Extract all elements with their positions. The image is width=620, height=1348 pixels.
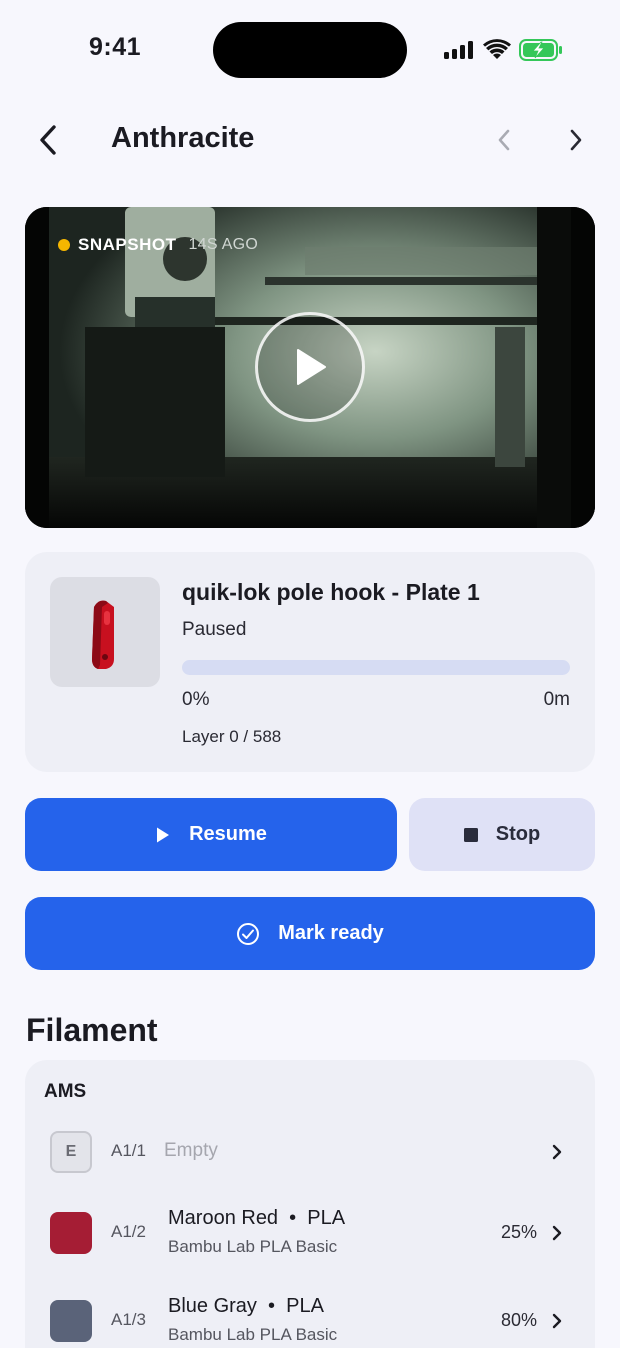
status-icons: [444, 36, 563, 64]
progress-bar: [182, 660, 570, 675]
filament-slot-row[interactable]: A1/3 Blue Gray • PLA Bambu Lab PLA Basic…: [25, 1287, 595, 1348]
mark-ready-button[interactable]: Mark ready: [25, 897, 595, 970]
check-circle-icon: [237, 922, 260, 945]
filament-color-swatch: [50, 1212, 92, 1254]
filament-remaining: 80%: [500, 1310, 537, 1330]
resume-label: Resume: [189, 823, 267, 845]
filament-name: Maroon Red: [168, 1207, 279, 1229]
camera-snapshot[interactable]: SNAPSHOT 14S AGO: [25, 207, 595, 528]
filament-name-line: Blue Gray • PLA: [168, 1295, 324, 1318]
battery-charging-icon: [519, 39, 562, 61]
chevron-right-icon: [552, 1225, 562, 1241]
chevron-left-icon: [498, 129, 510, 151]
chevron-left-icon: [40, 125, 56, 155]
filament-section-title: Filament: [26, 1012, 158, 1048]
snapshot-label: SNAPSHOT: [78, 235, 177, 254]
filament-brand: Bambu Lab PLA Basic: [168, 1325, 338, 1344]
filament-name-line: Maroon Red • PLA: [168, 1207, 345, 1230]
status-time: 9:41: [88, 33, 142, 61]
snapshot-tag: SNAPSHOT 14S AGO: [58, 235, 258, 255]
page-title: Anthracite: [111, 122, 255, 154]
job-state: Paused: [182, 619, 247, 640]
chevron-right-icon: [552, 1144, 562, 1160]
slot-id: A1/2: [111, 1222, 146, 1241]
snapshot-status-dot: [58, 239, 70, 251]
next-printer-button[interactable]: [556, 120, 596, 160]
stop-button[interactable]: Stop: [409, 798, 595, 871]
filament-material: PLA: [307, 1207, 346, 1229]
play-icon: [297, 349, 326, 385]
stop-label: Stop: [495, 823, 541, 845]
back-button[interactable]: [28, 120, 68, 160]
printer-detail-screen: 9:41 Anthracite SNAPSHOT 14S AGO quik-lo…: [0, 0, 620, 1348]
filament-brand: Bambu Lab PLA Basic: [168, 1237, 338, 1256]
mark-ready-label: Mark ready: [278, 922, 384, 944]
filament-slot-row[interactable]: A1/2 Maroon Red • PLA Bambu Lab PLA Basi…: [25, 1199, 595, 1269]
dynamic-island: [213, 22, 407, 78]
filament-slot-row[interactable]: E A1/1 Empty: [25, 1118, 595, 1188]
model-preview-image: [92, 600, 114, 669]
filament-material: PLA: [286, 1295, 324, 1317]
slot-id: A1/1: [111, 1141, 146, 1160]
wifi-icon: [483, 39, 511, 59]
model-thumbnail: [50, 577, 160, 687]
filament-card: AMS E A1/1 Empty A1/2 Maroon Red • PLA B…: [25, 1060, 595, 1348]
job-title: quik-lok pole hook - Plate 1: [182, 579, 480, 605]
time-remaining: 0m: [543, 689, 570, 710]
resume-button[interactable]: Resume: [25, 798, 397, 871]
stop-icon: [463, 827, 478, 842]
play-icon: [157, 827, 170, 842]
progress-percent: 0%: [182, 689, 210, 710]
ams-label: AMS: [44, 1081, 87, 1102]
snapshot-age: 14S AGO: [188, 236, 259, 253]
separator-dot: •: [278, 1207, 308, 1229]
slot-id: A1/3: [111, 1310, 146, 1329]
filament-remaining: 25%: [500, 1222, 537, 1242]
empty-slot-label: Empty: [164, 1140, 218, 1161]
empty-slot-badge: E: [50, 1131, 92, 1173]
separator-dot: •: [256, 1295, 287, 1317]
play-button[interactable]: [255, 312, 365, 422]
filament-name: Blue Gray: [168, 1295, 257, 1317]
chevron-right-icon: [552, 1313, 562, 1329]
status-bar: 9:41: [0, 0, 620, 100]
nav-bar: Anthracite: [0, 110, 620, 170]
filament-color-swatch: [50, 1300, 92, 1342]
chevron-right-icon: [570, 129, 582, 151]
cellular-signal-icon: [444, 41, 473, 59]
layer-info: Layer 0 / 588: [182, 727, 282, 746]
print-job-card: quik-lok pole hook - Plate 1 Paused 0% 0…: [25, 552, 595, 772]
previous-printer-button[interactable]: [484, 120, 524, 160]
